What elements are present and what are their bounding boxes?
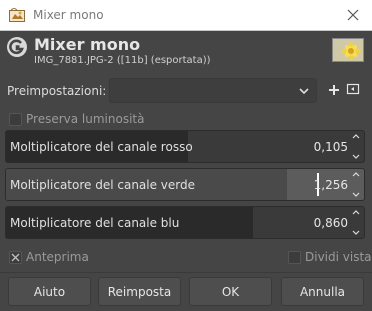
green-channel-label: Moltiplicatore del canale verde: [10, 178, 196, 192]
presets-combo[interactable]: [109, 78, 317, 103]
blue-channel-value[interactable]: 0,860: [314, 216, 348, 230]
red-channel-label: Moltiplicatore del canale rosso: [10, 140, 193, 154]
window-title: Mixer mono: [33, 8, 104, 22]
green-channel-stepper[interactable]: [351, 171, 361, 198]
blue-channel-scale[interactable]: Moltiplicatore del canale blu 0,860: [5, 206, 365, 239]
gimp-wilber-icon: [9, 7, 25, 22]
image-subtitle: IMG_7881.JPG-2 ([11b] (esportata)): [34, 55, 211, 66]
menu-icon[interactable]: [346, 82, 362, 98]
help-button[interactable]: Aiuto: [8, 277, 91, 306]
red-channel-value[interactable]: 0,105: [314, 140, 348, 154]
plus-icon[interactable]: [326, 82, 342, 98]
chevron-up-icon[interactable]: [352, 209, 360, 215]
cancel-button[interactable]: Annulla: [281, 277, 364, 306]
preview-checkbox[interactable]: [9, 251, 22, 264]
split-view-label: Dividi vista: [305, 250, 372, 264]
chevron-up-icon[interactable]: [352, 171, 360, 177]
preserve-luminosity-label: Preserva luminosità: [26, 112, 145, 126]
chevron-down-icon[interactable]: [352, 230, 360, 236]
button-separator: [0, 272, 372, 273]
red-channel-stepper[interactable]: [351, 133, 361, 160]
check-icon: [11, 253, 20, 262]
window-titlebar: Mixer mono: [0, 0, 372, 31]
green-channel-scale[interactable]: Moltiplicatore del canale verde 1,256: [5, 168, 365, 201]
blue-channel-label: Moltiplicatore del canale blu: [10, 216, 180, 230]
split-view-checkbox[interactable]: [288, 251, 301, 264]
close-icon[interactable]: [344, 6, 362, 24]
gegl-logo-icon: [6, 36, 28, 58]
image-thumbnail: [332, 38, 364, 62]
dialog-title: Mixer mono: [34, 35, 141, 54]
green-channel-value[interactable]: 1,256: [314, 178, 348, 192]
chevron-up-icon[interactable]: [352, 133, 360, 139]
chevron-down-icon: [298, 85, 310, 100]
preview-label: Anteprima: [26, 250, 89, 264]
preserve-luminosity-checkbox[interactable]: [9, 113, 22, 126]
ok-button[interactable]: OK: [189, 277, 272, 306]
blue-channel-stepper[interactable]: [351, 209, 361, 236]
chevron-down-icon[interactable]: [352, 192, 360, 198]
red-channel-scale[interactable]: Moltiplicatore del canale rosso 0,105: [5, 130, 365, 163]
reset-button[interactable]: Reimposta: [98, 277, 181, 306]
chevron-down-icon[interactable]: [352, 154, 360, 160]
presets-label: Preimpostazioni:: [7, 84, 107, 98]
